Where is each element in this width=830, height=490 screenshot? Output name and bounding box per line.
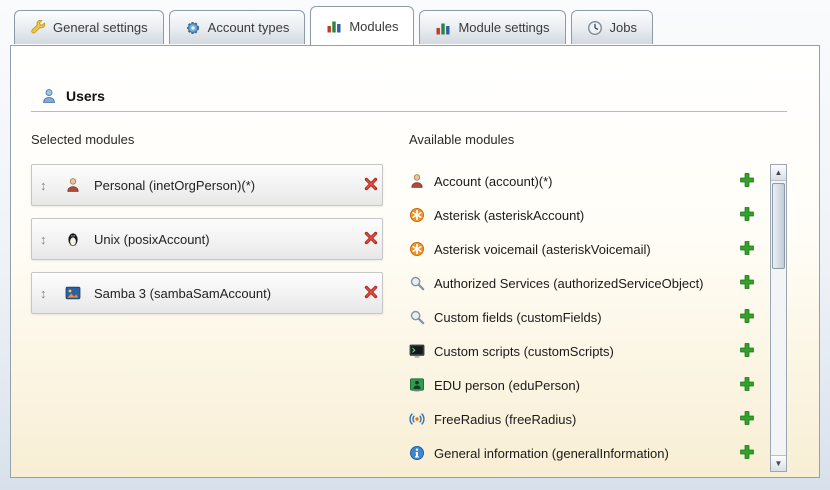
plus-icon [739, 308, 755, 324]
selected-module-item: ↕ Samba 3 (sambaSamAccount) [31, 272, 383, 314]
available-module-label: Account (account)(*) [434, 174, 553, 189]
available-module-label: Custom scripts (customScripts) [434, 344, 614, 359]
delete-x-icon [363, 176, 379, 192]
account-icon [409, 173, 425, 189]
tab-general-settings[interactable]: General settings [14, 10, 164, 44]
selected-module-item: ↕ Personal (inetOrgPerson)(*) [31, 164, 383, 206]
drag-handle-icon[interactable]: ↕ [40, 286, 56, 301]
available-module-row: Asterisk (asteriskAccount) [409, 198, 770, 232]
clock-icon [587, 20, 603, 36]
add-module-button[interactable] [738, 274, 756, 292]
module-columns: Selected modules ↕ Personal (inetOrgPers… [31, 126, 787, 472]
person-icon [65, 177, 81, 193]
gear-icon [185, 20, 201, 36]
available-module-row: Authorized Services (authorizedServiceOb… [409, 266, 770, 300]
selected-modules-heading: Selected modules [31, 132, 383, 147]
section-title: Users [66, 88, 105, 104]
magnifier-icon [409, 275, 425, 291]
tab-label: General settings [53, 20, 148, 35]
asterisk-voicemail-icon [409, 241, 425, 257]
remove-module-button[interactable] [354, 176, 372, 194]
plus-icon [739, 274, 755, 290]
delete-x-icon [363, 230, 379, 246]
tab-label: Account types [208, 20, 290, 35]
terminal-icon [409, 343, 425, 359]
wrench-icon [30, 20, 46, 36]
tab-label: Module settings [458, 20, 549, 35]
add-module-button[interactable] [738, 240, 756, 258]
page: General settings Account types Modules M… [0, 0, 830, 490]
add-module-button[interactable] [738, 308, 756, 326]
plus-icon [739, 376, 755, 392]
available-module-row: Custom scripts (customScripts) [409, 334, 770, 368]
drag-handle-icon[interactable]: ↕ [40, 232, 56, 247]
add-module-button[interactable] [738, 376, 756, 394]
add-module-button[interactable] [738, 342, 756, 360]
remove-module-button[interactable] [354, 230, 372, 248]
available-modules-area: Account (account)(*) Asterisk (asteriskA… [409, 164, 787, 472]
tab-label: Modules [349, 19, 398, 34]
available-module-label: EDU person (eduPerson) [434, 378, 580, 393]
plus-icon [739, 172, 755, 188]
available-module-label: Asterisk voicemail (asteriskVoicemail) [434, 242, 651, 257]
available-module-label: General information (generalInformation) [434, 446, 669, 461]
available-module-row: FreeRadius (freeRadius) [409, 402, 770, 436]
info-icon [409, 445, 425, 461]
panel-content: Users Selected modules ↕ Personal (inetO… [11, 46, 819, 477]
tab-account-types[interactable]: Account types [169, 10, 306, 44]
available-module-row: Custom fields (customFields) [409, 300, 770, 334]
scrollbar-thumb[interactable] [772, 183, 785, 269]
magnifier-icon [409, 309, 425, 325]
plus-icon [739, 410, 755, 426]
remove-module-button[interactable] [354, 284, 372, 302]
available-modules-heading: Available modules [409, 132, 787, 147]
add-module-button[interactable] [738, 410, 756, 428]
add-module-button[interactable] [738, 172, 756, 190]
available-modules-column: Available modules Account (account)(*) [409, 126, 787, 472]
user-icon [41, 88, 57, 104]
plus-icon [739, 342, 755, 358]
plus-icon [739, 444, 755, 460]
selected-module-label: Unix (posixAccount) [94, 232, 210, 247]
selected-modules-column: Selected modules ↕ Personal (inetOrgPers… [31, 126, 383, 472]
available-module-label: FreeRadius (freeRadius) [434, 412, 576, 427]
scroll-down-arrow[interactable]: ▼ [771, 455, 786, 471]
modules-panel: Users Selected modules ↕ Personal (inetO… [10, 45, 820, 478]
asterisk-icon [409, 207, 425, 223]
users-section-header: Users [31, 88, 787, 112]
available-module-row: Asterisk voicemail (asteriskVoicemail) [409, 232, 770, 266]
add-module-button[interactable] [738, 206, 756, 224]
available-module-row: Account (account)(*) [409, 164, 770, 198]
penguin-icon [65, 231, 81, 247]
available-module-row: General information (generalInformation) [409, 436, 770, 470]
delete-x-icon [363, 284, 379, 300]
available-modules-list: Account (account)(*) Asterisk (asteriskA… [409, 164, 770, 472]
plus-icon [739, 240, 755, 256]
scrollbar[interactable]: ▲ ▼ [770, 164, 787, 472]
selected-module-label: Personal (inetOrgPerson)(*) [94, 178, 255, 193]
edu-person-icon [409, 377, 425, 393]
selected-module-item: ↕ Unix (posixAccount) [31, 218, 383, 260]
chart-icon [326, 18, 342, 34]
tab-label: Jobs [610, 20, 637, 35]
tab-bar: General settings Account types Modules M… [14, 6, 653, 44]
drag-handle-icon[interactable]: ↕ [40, 178, 56, 193]
plus-icon [739, 206, 755, 222]
selected-module-label: Samba 3 (sambaSamAccount) [94, 286, 271, 301]
radio-waves-icon [409, 411, 425, 427]
scroll-up-arrow[interactable]: ▲ [771, 165, 786, 181]
tab-modules[interactable]: Modules [310, 6, 414, 45]
add-module-button[interactable] [738, 444, 756, 462]
available-module-label: Asterisk (asteriskAccount) [434, 208, 584, 223]
tab-jobs[interactable]: Jobs [571, 10, 653, 44]
tab-module-settings[interactable]: Module settings [419, 10, 565, 44]
chart-settings-icon [435, 20, 451, 36]
samba-icon [65, 285, 81, 301]
available-module-label: Custom fields (customFields) [434, 310, 602, 325]
available-module-row: EDU person (eduPerson) [409, 368, 770, 402]
available-module-label: Authorized Services (authorizedServiceOb… [434, 276, 704, 291]
